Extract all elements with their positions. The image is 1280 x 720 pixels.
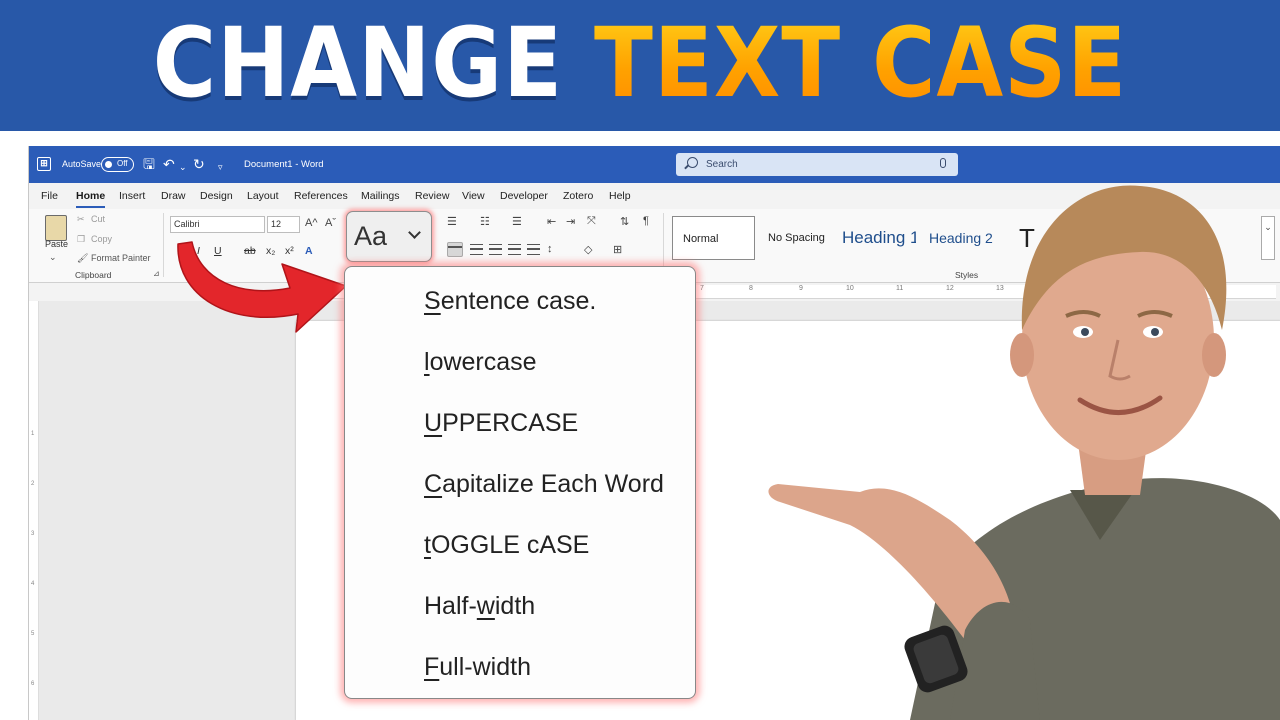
asian-layout-icon[interactable]: ⤧ (587, 215, 596, 228)
shading-icon[interactable]: ◇ (584, 243, 592, 256)
banner-title-orange: TEXT CASE (594, 7, 1128, 119)
show-formatting-icon[interactable]: ¶ (643, 215, 649, 227)
menu-item-full-width[interactable]: Full-width (424, 647, 689, 687)
mnemonic-letter: w (476, 592, 495, 620)
vertical-ruler[interactable]: 1 2 3 4 5 6 (29, 301, 39, 720)
word-app-icon[interactable]: ⊞ (37, 157, 51, 171)
document-title: Document1 - Word (244, 159, 324, 170)
paste-icon[interactable] (45, 215, 67, 241)
font-name-box[interactable]: Calibri (170, 216, 265, 233)
format-painter-label[interactable]: Format Painter (91, 253, 151, 263)
font-size-value: 12 (271, 219, 282, 229)
paste-label[interactable]: Paste (45, 239, 68, 249)
autosave-toggle[interactable]: Off (101, 157, 134, 172)
vruler-tick: 6 (31, 681, 35, 687)
borders-icon[interactable]: ⊞ (613, 243, 622, 256)
menu-help[interactable]: Help (609, 190, 631, 202)
mnemonic-letter: t (424, 531, 431, 559)
font-name-value: Calibri (174, 219, 200, 229)
menu-item-label: OGGLE cASE (430, 531, 590, 559)
mnemonic-letter: F (424, 653, 440, 681)
menu-item-prefix: Half- (424, 592, 477, 620)
change-case-menu: Sentence case. lowercase UPPERCASE Capit… (344, 266, 696, 699)
format-painter-icon[interactable]: 🖌 (77, 253, 88, 264)
increase-indent-icon[interactable]: ⇥ (566, 215, 575, 228)
menu-item-lowercase[interactable]: lowercase (424, 342, 689, 382)
menu-item-label: idth (494, 592, 536, 620)
distributed-icon[interactable] (527, 244, 540, 255)
menu-developer[interactable]: Developer (500, 190, 548, 202)
menu-insert[interactable]: Insert (119, 190, 145, 202)
menu-home[interactable]: Home (76, 190, 106, 208)
menu-item-label: apitalize Each Word (442, 470, 664, 498)
menu-item-sentence-case[interactable]: Sentence case. (424, 281, 689, 321)
save-icon[interactable]: 🖫 (143, 155, 155, 173)
menu-layout[interactable]: Layout (247, 190, 279, 202)
menu-item-label: ull-width (439, 653, 531, 681)
clipboard-group-label: Clipboard (75, 270, 112, 280)
chevron-down-icon (408, 226, 421, 239)
mnemonic-letter: U (424, 409, 443, 437)
ruler-tick: 7 (700, 285, 704, 292)
menu-file[interactable]: File (41, 190, 58, 202)
justify-icon[interactable] (508, 244, 521, 255)
menu-item-toggle-case[interactable]: tOGGLE cASE (424, 525, 689, 565)
cut-icon: ✂ (77, 214, 85, 224)
align-center-icon[interactable] (470, 244, 483, 255)
autosave-state: Off (117, 159, 128, 168)
bullets-icon[interactable]: ☰ (447, 215, 457, 228)
search-icon (687, 157, 698, 168)
menu-item-label: PPERCASE (442, 409, 579, 437)
menu-item-capitalize-each-word[interactable]: Capitalize Each Word (424, 464, 689, 504)
copy-icon: ❐ (77, 234, 86, 244)
cut-label: Cut (91, 214, 106, 224)
redo-icon[interactable]: ↻ (193, 155, 205, 173)
menu-review[interactable]: Review (415, 190, 449, 202)
menu-item-uppercase[interactable]: UPPERCASE (424, 403, 689, 443)
banner-title-white: CHANGE (152, 7, 564, 119)
multilevel-list-icon[interactable]: ☰ (512, 215, 522, 228)
autosave-label: AutoSave (62, 159, 102, 169)
menu-item-label: entence case. (440, 287, 597, 315)
vruler-tick: 2 (31, 481, 35, 487)
font-size-box[interactable]: 12 (267, 216, 300, 233)
copy-label: Copy (91, 234, 113, 244)
menu-item-label: owercase (429, 348, 537, 376)
mnemonic-letter: S (424, 287, 441, 315)
menu-view[interactable]: View (462, 190, 485, 202)
banner-title: CHANGE TEXT CASE (64, 4, 1216, 122)
menu-draw[interactable]: Draw (161, 190, 186, 202)
vruler-tick: 4 (31, 581, 35, 587)
numbering-icon[interactable]: ☷ (480, 215, 490, 228)
decrease-indent-icon[interactable]: ⇤ (547, 215, 556, 228)
menu-mailings[interactable]: Mailings (361, 190, 400, 202)
menu-references[interactable]: References (294, 190, 348, 202)
title-banner: CHANGE TEXT CASE (0, 0, 1280, 131)
vruler-tick: 1 (31, 431, 35, 437)
presenter-image (768, 185, 1280, 720)
align-left-icon[interactable] (447, 242, 463, 257)
vruler-tick: 5 (31, 631, 35, 637)
menu-item-half-width[interactable]: Half-width (424, 586, 689, 626)
ribbon-separator (163, 213, 164, 277)
sort-icon[interactable]: ⇅ (620, 215, 629, 228)
search-placeholder: Search (706, 159, 738, 170)
undo-icon[interactable]: ↶ (163, 155, 175, 173)
customize-toolbar-icon[interactable]: ▿ (218, 158, 223, 176)
vruler-tick: 3 (31, 531, 35, 537)
menu-design[interactable]: Design (200, 190, 233, 202)
grow-font-button[interactable]: A^ (305, 217, 318, 229)
paste-dropdown-icon[interactable]: ⌄ (49, 252, 57, 263)
red-arrow-icon (177, 241, 347, 333)
style-normal-label: Normal (683, 233, 719, 245)
undo-dropdown-icon[interactable]: ⌄ (179, 158, 187, 176)
line-spacing-icon[interactable]: ↕ (547, 243, 553, 255)
align-right-icon[interactable] (489, 244, 502, 255)
mnemonic-letter: C (424, 470, 443, 498)
shrink-font-button[interactable]: Aˇ (325, 217, 336, 229)
menu-zotero[interactable]: Zotero (563, 190, 593, 202)
clipboard-launcher-icon[interactable]: ⊿ (153, 269, 160, 278)
